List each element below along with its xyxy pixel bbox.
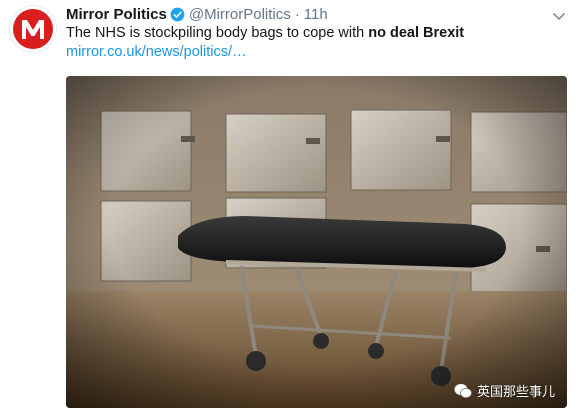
tweet-text-plain: The NHS is stockpiling body bags to cope…	[66, 25, 369, 41]
tweet-timestamp[interactable]: 11h	[304, 6, 328, 23]
verified-badge-icon	[170, 7, 185, 22]
chevron-down-icon[interactable]	[553, 8, 565, 20]
watermark: 英国那些事儿	[454, 381, 555, 400]
avatar[interactable]	[10, 6, 56, 52]
watermark-text: 英国那些事儿	[476, 384, 555, 399]
account-name[interactable]: Mirror Politics	[66, 6, 167, 23]
tweet-text: The NHS is stockpiling body bags to cope…	[66, 24, 464, 43]
morgue-photo	[66, 76, 567, 408]
account-handle[interactable]: @MirrorPolitics	[189, 6, 291, 23]
tweet-link[interactable]: mirror.co.uk/news/politics/…	[66, 43, 247, 62]
tweet-media-image[interactable]: 英国那些事儿	[66, 76, 567, 408]
mirror-logo-icon	[13, 9, 53, 49]
wechat-icon	[454, 383, 472, 399]
tweet-header: Mirror Politics @MirrorPolitics · 11h	[66, 4, 328, 24]
separator-dot: ·	[294, 5, 300, 23]
tweet-text-bold: no deal Brexit	[368, 25, 465, 41]
